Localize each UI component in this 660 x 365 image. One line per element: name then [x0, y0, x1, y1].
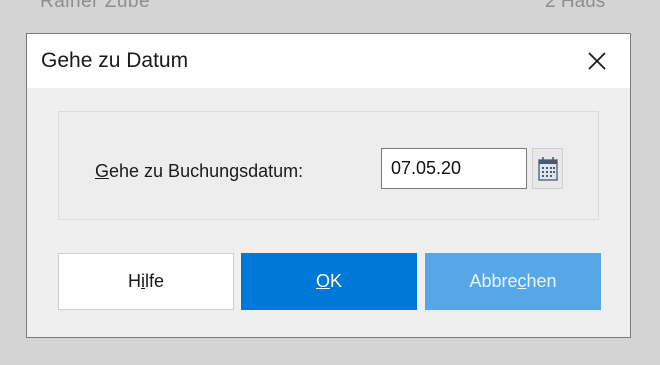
date-label-mnemonic: G: [95, 161, 110, 181]
goto-date-dialog: Gehe zu Datum Gehe zu Buchungsdatum: 07.…: [26, 33, 631, 338]
calendar-icon: [537, 156, 558, 181]
cancel-button[interactable]: Abbre c hen: [425, 253, 601, 310]
background-text-right: 2 Haus: [545, 0, 606, 12]
cancel-label-mnemonic: c: [517, 271, 527, 291]
date-group-box: Gehe zu Buchungsdatum:: [58, 111, 599, 220]
background-text-left: Rainer Zube: [40, 0, 151, 12]
dialog-titlebar: Gehe zu Datum: [27, 34, 630, 88]
cancel-label-pre: Abbre: [469, 271, 518, 291]
calendar-button[interactable]: [532, 148, 563, 189]
dialog-title: Gehe zu Datum: [41, 49, 189, 72]
ok-label-mnemonic: O: [315, 271, 330, 291]
booking-date-input[interactable]: [381, 148, 527, 189]
ok-label-post: K: [330, 271, 343, 291]
help-button[interactable]: Hi lfe: [58, 253, 234, 310]
help-label-pre: H: [127, 271, 141, 291]
close-button[interactable]: [580, 44, 614, 78]
date-label-text: ehe zu Buchungsdatum:: [109, 161, 304, 181]
cancel-label-post: hen: [526, 271, 557, 291]
ok-button[interactable]: OK: [241, 253, 417, 310]
help-label-post: lfe: [144, 271, 164, 291]
close-icon: [588, 52, 606, 70]
background-window: Rainer Zube 2 Haus: [0, 0, 660, 24]
date-field-label: Gehe zu Buchungsdatum:: [95, 161, 303, 182]
